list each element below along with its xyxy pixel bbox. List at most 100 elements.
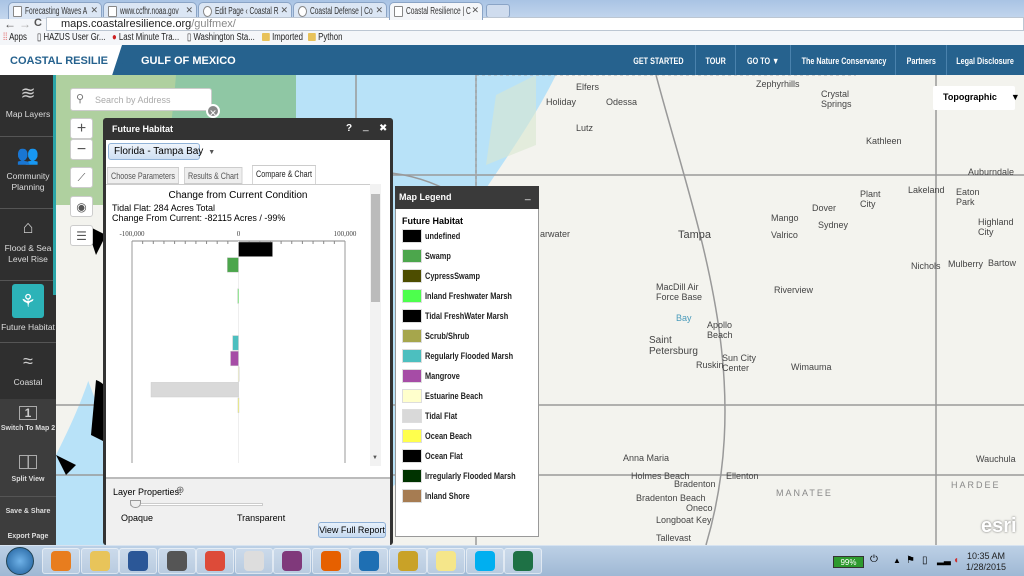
taskbar-app-search[interactable] bbox=[350, 548, 388, 574]
tab-compare-chart[interactable]: Compare & Chart bbox=[252, 165, 317, 185]
taskbar-app-onenote[interactable] bbox=[273, 548, 311, 574]
bookmark-washington[interactable]: ▯ Washington Sta... bbox=[187, 32, 255, 43]
bar-mangrove[interactable] bbox=[230, 350, 239, 367]
nav-legal-disclosure[interactable]: Legal Disclosure bbox=[946, 45, 1024, 75]
reload-icon[interactable]: C bbox=[34, 17, 42, 29]
bar-regularly-flooded-marsh[interactable] bbox=[232, 335, 239, 351]
close-tab-icon[interactable]: ✕ bbox=[375, 5, 383, 16]
split-view-button[interactable]: Split View bbox=[0, 453, 56, 497]
sidebar-item-community-planning[interactable]: 👥 Community Planning bbox=[0, 137, 56, 209]
sidebar-scrollbar[interactable] bbox=[53, 75, 56, 295]
bookmark-folder-python[interactable]: Python bbox=[308, 32, 342, 43]
wordpress-icon bbox=[203, 6, 212, 17]
view-full-report-button[interactable]: View Full Report bbox=[318, 522, 386, 538]
measure-ruler-icon[interactable]: ⟋ bbox=[70, 167, 93, 188]
start-button[interactable] bbox=[6, 547, 34, 575]
scroll-down-arrow-icon[interactable]: ▼ bbox=[372, 455, 378, 461]
bar-undefined[interactable] bbox=[238, 241, 273, 257]
legend-minimize-button[interactable]: _ bbox=[525, 190, 531, 201]
address-search-input[interactable]: Search by Address bbox=[70, 88, 212, 111]
bar-chart: -100,000 0 100,000 bbox=[119, 230, 357, 463]
flooded-house-icon: ⌂ bbox=[22, 217, 34, 237]
bookmark-hazus[interactable]: ▯ HAZUS User Gr... bbox=[37, 32, 105, 43]
close-button[interactable]: ✖ bbox=[379, 123, 387, 134]
tab-results-chart[interactable]: Results & Chart bbox=[184, 167, 243, 184]
nav-partners[interactable]: Partners bbox=[895, 45, 946, 75]
close-tab-icon[interactable]: ✕ bbox=[90, 5, 98, 16]
taskbar-app-app[interactable] bbox=[157, 548, 196, 574]
bookmark-last-minute[interactable]: ● Last Minute Tra... bbox=[112, 32, 179, 43]
x-tick-label: 0 bbox=[237, 230, 241, 238]
bar-tidal-flat[interactable] bbox=[150, 382, 239, 398]
bar-ocean-beach[interactable] bbox=[237, 397, 240, 413]
bookmark-apps[interactable]: ⁞⁞ Apps bbox=[3, 32, 27, 43]
help-button[interactable]: ? bbox=[346, 123, 352, 134]
close-tab-icon[interactable]: ✕ bbox=[280, 5, 288, 16]
bar-estuarine-beach[interactable] bbox=[237, 366, 240, 382]
bar-inland-freshwater-marsh[interactable] bbox=[237, 288, 239, 304]
browser-tab-active[interactable]: Coastal Resilience | C ✕ bbox=[389, 2, 483, 20]
taskbar-app-skype[interactable] bbox=[465, 548, 504, 574]
taskbar-app-outlook[interactable] bbox=[42, 548, 80, 574]
basemap-selector[interactable]: Topographic ▼ bbox=[933, 86, 1020, 110]
legend-swatch bbox=[402, 469, 422, 483]
show-hidden-icons[interactable]: ▲ bbox=[893, 556, 901, 565]
close-tab-icon[interactable]: ✕ bbox=[471, 5, 479, 16]
taskbar-app-chrome[interactable] bbox=[196, 548, 234, 574]
globe-icon[interactable]: ◉ bbox=[70, 196, 93, 217]
taskbar-app-excel[interactable] bbox=[504, 548, 542, 574]
taskbar-app-word[interactable] bbox=[119, 548, 157, 574]
sticky-notes-icon bbox=[436, 551, 456, 571]
legend-item: Ocean Flat bbox=[402, 449, 536, 465]
nav-get-started[interactable]: GET STARTED bbox=[622, 45, 695, 75]
scrollbar-thumb[interactable] bbox=[371, 194, 380, 302]
search-icon: ⚲ bbox=[76, 93, 85, 105]
power-plug-icon[interactable]: ⏻ bbox=[870, 554, 878, 565]
place-label: Eaton Park bbox=[956, 187, 980, 207]
minimize-button[interactable]: _ bbox=[363, 121, 369, 132]
zoom-in-button[interactable]: + bbox=[70, 118, 93, 139]
switch-to-map-2-button[interactable]: 1 Switch To Map 2 bbox=[0, 404, 56, 444]
system-clock[interactable]: 10:35 AM 1/28/2015 bbox=[966, 551, 1006, 573]
legend-swatch bbox=[402, 229, 422, 243]
list-icon[interactable]: ☰ bbox=[70, 225, 93, 246]
legend-item: Ocean Beach bbox=[402, 429, 536, 445]
taskbar-app-file-explorer[interactable] bbox=[80, 548, 119, 574]
sidebar-item-future-habitat[interactable]: ⚘ Future Habitat bbox=[0, 281, 56, 343]
bar-swamp[interactable] bbox=[227, 257, 239, 273]
taskbar-app-database[interactable] bbox=[388, 548, 427, 574]
sidebar-item-map-layers[interactable]: ≋ Map Layers bbox=[0, 75, 56, 137]
place-label: Wimauma bbox=[791, 362, 832, 372]
region-dropdown[interactable]: Florida - Tampa Bay ▼ bbox=[108, 143, 215, 160]
nav-tour[interactable]: TOUR bbox=[695, 45, 735, 75]
close-tab-icon[interactable]: ✕ bbox=[185, 5, 193, 16]
taskbar-app-sticky-notes[interactable] bbox=[427, 548, 465, 574]
clear-search-icon[interactable]: ✕ bbox=[206, 104, 220, 118]
nav-nature-conservancy[interactable]: The Nature Conservancy bbox=[790, 45, 895, 75]
bookmark-folder-imported[interactable]: Imported bbox=[262, 32, 303, 43]
zoom-out-button[interactable]: − bbox=[70, 139, 93, 160]
taskbar-app-firefox[interactable] bbox=[311, 548, 350, 574]
nav-go-to[interactable]: GO TO ▼ bbox=[735, 45, 790, 75]
sidebar-item-coastal[interactable]: ≈ Coastal bbox=[0, 343, 56, 399]
place-label: Ruskin bbox=[696, 360, 724, 370]
battery-indicator[interactable]: 99% bbox=[833, 556, 864, 568]
opacity-slider[interactable] bbox=[130, 503, 263, 506]
onenote-icon bbox=[282, 551, 302, 571]
taskbar-app-snipping-tool[interactable] bbox=[234, 548, 273, 574]
export-page-button[interactable]: Export Page bbox=[0, 531, 56, 545]
action-center-flag-icon[interactable]: ⚑ bbox=[906, 555, 915, 566]
zoom-to-layer-icon[interactable]: ⊕ bbox=[176, 485, 184, 496]
sidebar-item-flood-sea-level-rise[interactable]: ⌂ Flood & Sea Level Rise bbox=[0, 209, 56, 281]
legend-item: Tidal FreshWater Marsh bbox=[402, 309, 536, 325]
address-bar[interactable]: maps.coastalresilience.org/gulfmex/ bbox=[46, 17, 1024, 31]
save-share-button[interactable]: Save & Share bbox=[0, 506, 56, 520]
network-signal-icon[interactable]: ▂▃ bbox=[937, 555, 951, 566]
forward-icon[interactable]: → bbox=[19, 17, 31, 31]
brand-logo[interactable]: COASTAL RESILIENCE bbox=[0, 45, 131, 75]
volume-muted-icon[interactable]: ◖ bbox=[953, 555, 959, 566]
tab-choose-parameters[interactable]: Choose Parameters bbox=[107, 167, 180, 184]
device-icon[interactable]: ▯ bbox=[922, 555, 928, 566]
new-tab-button[interactable] bbox=[486, 4, 510, 18]
back-icon[interactable]: ← bbox=[4, 17, 16, 31]
